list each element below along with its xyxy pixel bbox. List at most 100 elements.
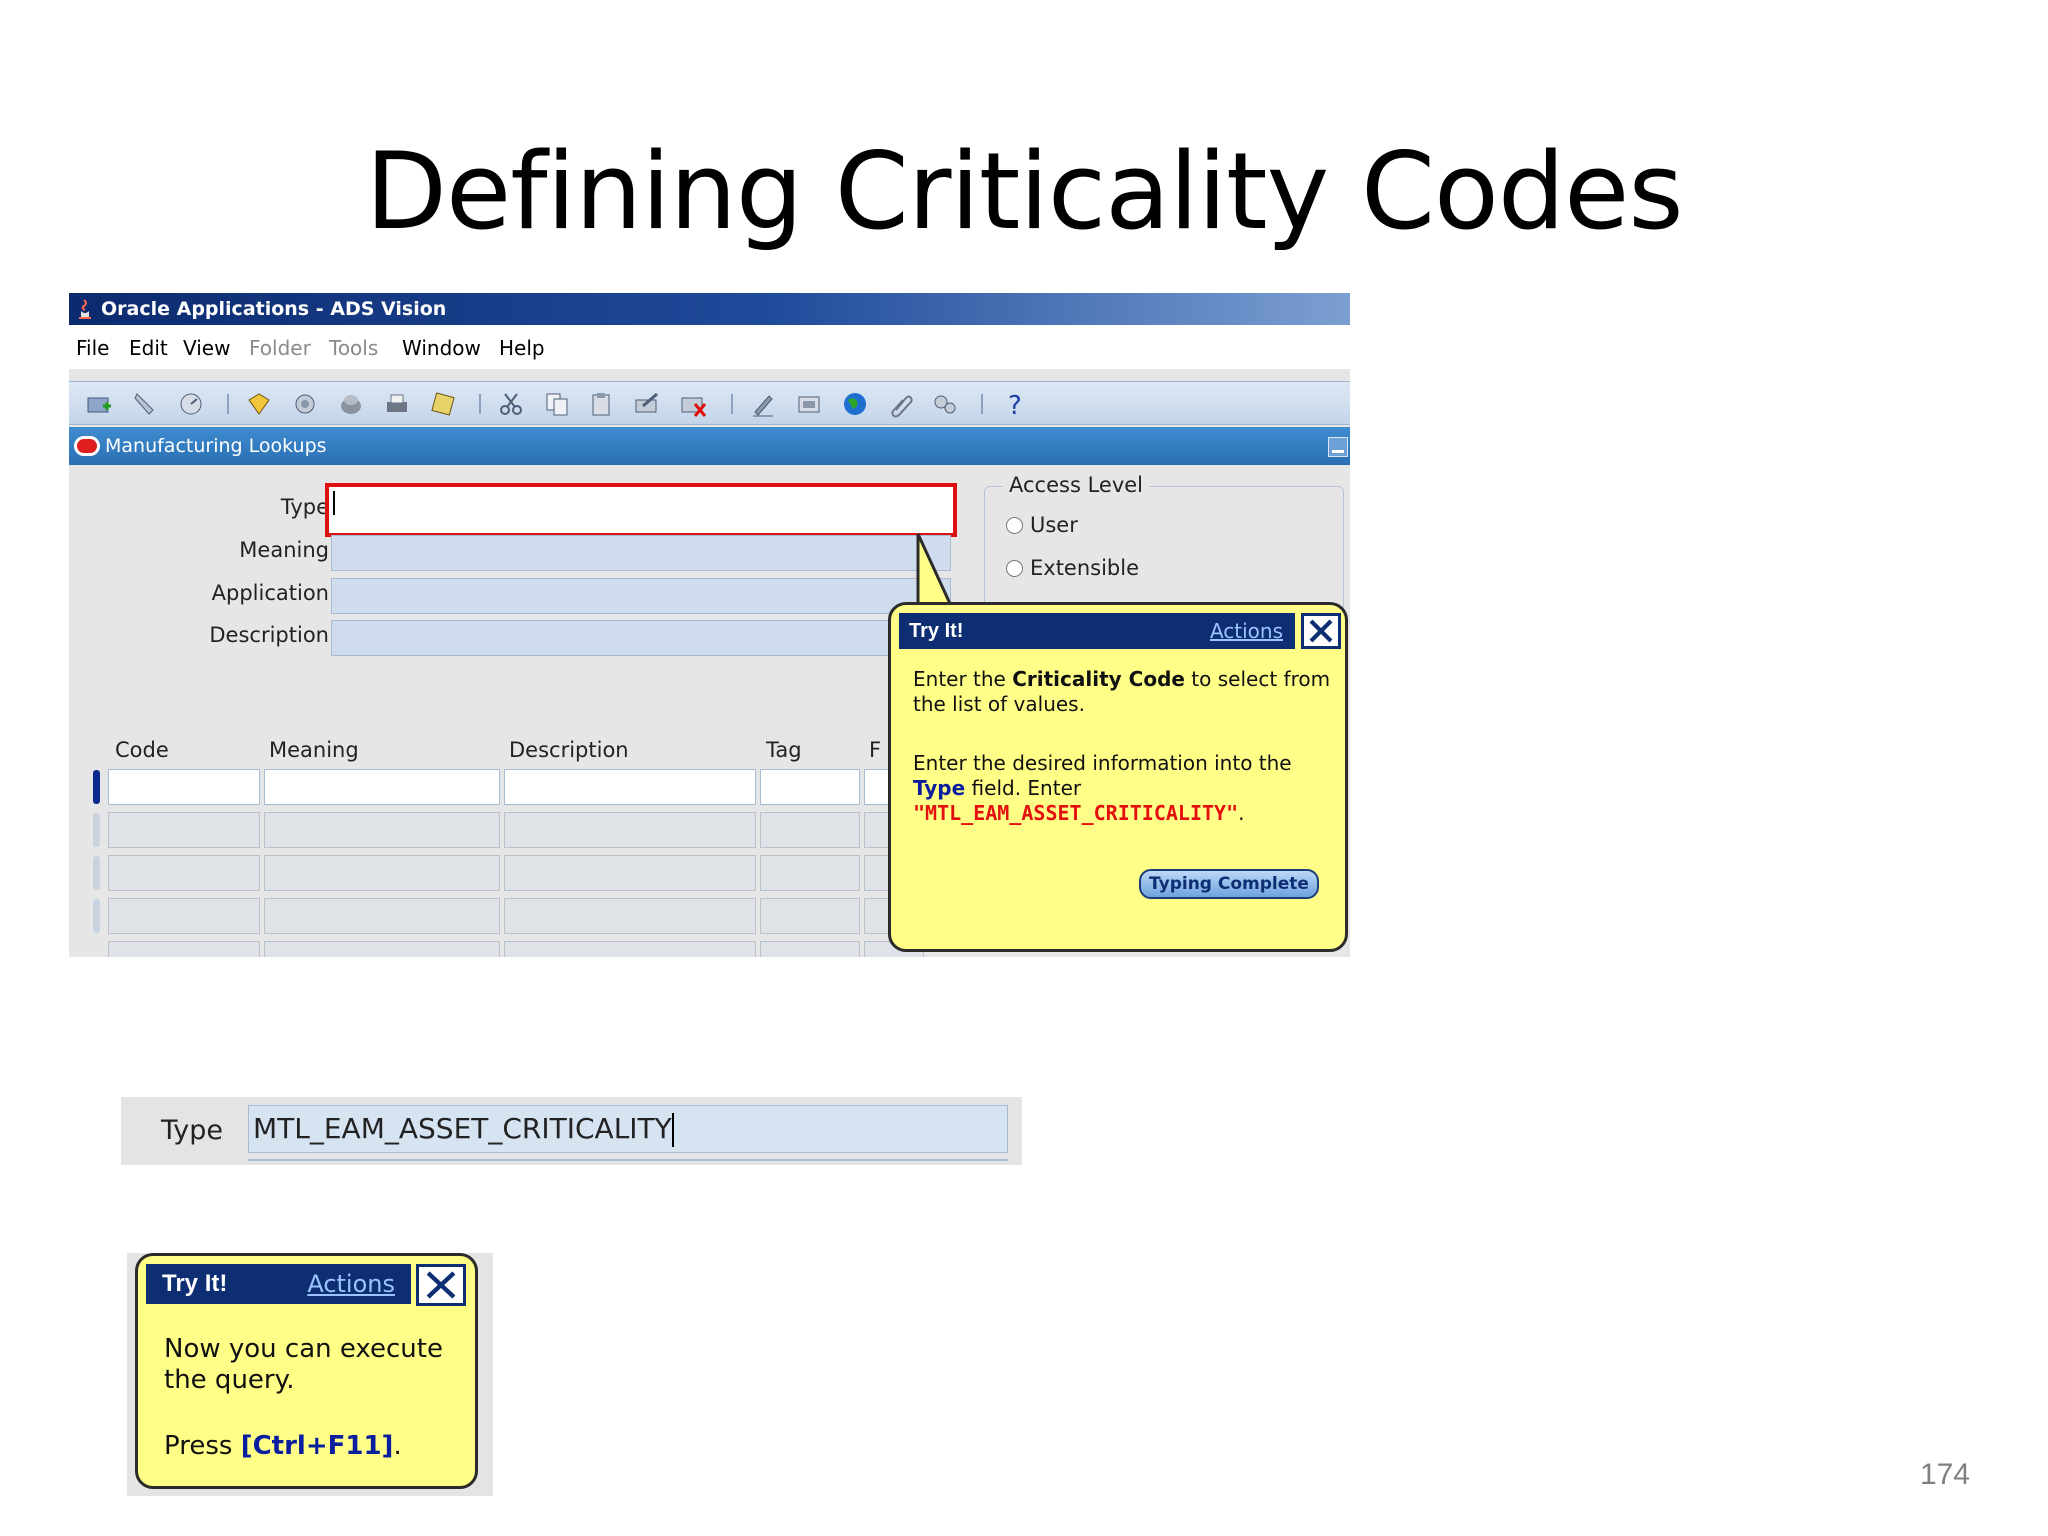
form-titlebar: Manufacturing Lookups	[69, 427, 1350, 465]
grid-code-cell[interactable]	[108, 812, 260, 848]
tryit-header: Try It! Actions	[899, 613, 1295, 649]
application-field[interactable]	[331, 578, 951, 614]
menu-tools[interactable]: Tools	[329, 336, 378, 360]
description-label: Description	[209, 623, 329, 647]
copy-icon[interactable]	[543, 390, 571, 418]
f-column-header: F	[869, 738, 882, 762]
edit-field-icon[interactable]	[749, 390, 777, 418]
toolbar: ?	[69, 381, 1350, 425]
user-radio-label: User	[1030, 513, 1078, 537]
tryit-instruction-1: Enter the Criticality Code to select fro…	[913, 667, 1331, 716]
small-tryit-bubble: Try It! Actions Now you can execute the …	[135, 1253, 478, 1489]
small-tryit-actions-link[interactable]: Actions	[307, 1264, 395, 1304]
folder-tools-icon[interactable]	[931, 390, 959, 418]
row-indicator[interactable]	[93, 770, 100, 804]
bubble-pointer	[916, 533, 955, 610]
grid-code-cell[interactable]	[108, 855, 260, 891]
zoom-icon[interactable]	[795, 390, 823, 418]
menu-help[interactable]: Help	[499, 336, 545, 360]
meaning-label: Meaning	[239, 538, 329, 562]
grid-meaning-cell[interactable]	[264, 855, 500, 891]
meaning-column-header: Meaning	[269, 738, 359, 762]
grid-description-cell[interactable]	[504, 769, 756, 805]
description-field[interactable]	[331, 620, 951, 656]
navigator-icon[interactable]	[177, 390, 205, 418]
small-tryit-shortcut: Press [Ctrl+F11].	[164, 1431, 402, 1461]
type-field-snippet: Type MTL_EAM_ASSET_CRITICALITY	[121, 1097, 1022, 1165]
paste-icon[interactable]	[587, 390, 615, 418]
row-indicator[interactable]	[93, 899, 100, 933]
type-field-value: MTL_EAM_ASSET_CRITICALITY	[253, 1112, 672, 1145]
grid-description-cell[interactable]	[504, 855, 756, 891]
close-form-icon[interactable]	[429, 390, 457, 418]
new-record-icon[interactable]	[85, 390, 113, 418]
grid-meaning-cell[interactable]	[264, 941, 500, 957]
window-title: Oracle Applications - ADS Vision	[101, 298, 447, 320]
svg-text:?: ?	[1008, 391, 1022, 418]
menu-view[interactable]: View	[183, 336, 230, 360]
grid-description-cell[interactable]	[504, 941, 756, 957]
tryit-bubble: Try It! Actions Enter the Criticality Co…	[888, 602, 1348, 952]
menu-window[interactable]: Window	[402, 336, 481, 360]
delete-record-icon[interactable]	[679, 390, 707, 418]
grid-tag-cell[interactable]	[760, 855, 860, 891]
type-label: Type	[161, 1115, 224, 1146]
small-tryit-header: Try It! Actions	[146, 1264, 411, 1304]
slide-title: Defining Criticality Codes	[365, 130, 1683, 253]
help-icon[interactable]: ?	[1001, 390, 1029, 418]
next-step-icon[interactable]	[291, 390, 319, 418]
extensible-radio-label: Extensible	[1030, 556, 1140, 580]
grid-tag-cell[interactable]	[760, 812, 860, 848]
type-field[interactable]: MTL_EAM_ASSET_CRITICALITY	[248, 1105, 1008, 1153]
page-number: 174	[1919, 1458, 1970, 1491]
grid-meaning-cell[interactable]	[264, 769, 500, 805]
typing-complete-button[interactable]: Typing Complete	[1139, 869, 1319, 899]
application-label: Application	[211, 581, 329, 605]
tryit-title: Try It!	[909, 620, 964, 642]
user-radio[interactable]	[1006, 517, 1023, 534]
grid-tag-cell[interactable]	[760, 769, 860, 805]
access-level-legend: Access Level	[1003, 473, 1149, 497]
save-icon[interactable]	[245, 390, 273, 418]
grid-tag-cell[interactable]	[760, 898, 860, 934]
grid-meaning-cell[interactable]	[264, 898, 500, 934]
row-indicator[interactable]	[93, 813, 100, 847]
print-icon[interactable]	[383, 390, 411, 418]
cut-icon[interactable]	[497, 390, 525, 418]
clear-record-icon[interactable]	[633, 390, 661, 418]
type-field[interactable]	[325, 483, 957, 537]
java-icon	[79, 299, 91, 319]
description-column-header: Description	[509, 738, 629, 762]
grid-code-cell[interactable]	[108, 941, 260, 957]
menu-edit[interactable]: Edit	[129, 336, 168, 360]
minimize-icon[interactable]	[1328, 437, 1348, 457]
tryit-instruction-2: Enter the desired information into the T…	[913, 751, 1292, 825]
row-indicator[interactable]	[93, 856, 100, 890]
grid-code-cell[interactable]	[108, 898, 260, 934]
extensible-radio[interactable]	[1006, 560, 1023, 577]
grid-code-cell[interactable]	[108, 769, 260, 805]
grid-tag-cell[interactable]	[760, 941, 860, 957]
code-column-header: Code	[115, 738, 169, 762]
menu-folder[interactable]: Folder	[249, 336, 311, 360]
tryit-actions-link[interactable]: Actions	[1210, 613, 1283, 649]
window-titlebar: Oracle Applications - ADS Vision	[69, 293, 1350, 325]
grid-description-cell[interactable]	[504, 898, 756, 934]
grid-meaning-cell[interactable]	[264, 812, 500, 848]
find-icon[interactable]	[131, 390, 159, 418]
menu-file[interactable]: File	[76, 336, 109, 360]
tag-column-header: Tag	[766, 738, 802, 762]
translations-icon[interactable]	[841, 390, 869, 418]
oracle-logo-icon	[74, 436, 100, 456]
form-title: Manufacturing Lookups	[105, 435, 327, 457]
menu-bar: File Edit View Folder Tools Window Help	[69, 325, 1350, 369]
grid-description-cell[interactable]	[504, 812, 756, 848]
small-tryit-message: Now you can execute the query.	[164, 1334, 443, 1395]
switch-responsibility-icon[interactable]	[337, 390, 365, 418]
meaning-field[interactable]	[331, 535, 951, 571]
close-icon[interactable]	[1301, 613, 1341, 649]
close-icon[interactable]	[416, 1264, 466, 1306]
attachments-icon[interactable]	[887, 390, 915, 418]
small-tryit-snippet: Try It! Actions Now you can execute the …	[127, 1253, 493, 1496]
type-label: Type	[280, 495, 329, 519]
